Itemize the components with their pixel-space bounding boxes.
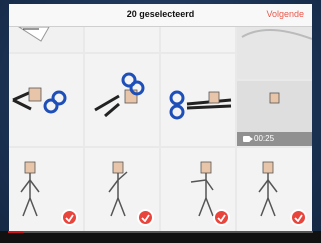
selected-checkmark-icon[interactable] (61, 209, 78, 226)
selected-checkmark-icon[interactable] (290, 209, 307, 226)
selection-count-title: 20 geselecteerd (126, 9, 195, 19)
scissors-image (94, 72, 145, 118)
photo-thumbnail-stick-figure[interactable] (9, 148, 83, 231)
photo-thumbnail[interactable] (237, 27, 312, 79)
video-camera-icon (243, 136, 253, 142)
video-player-bar (0, 231, 321, 243)
photo-thumbnail-scissors[interactable] (85, 54, 159, 146)
video-duration-badge: 00:25 (237, 132, 312, 146)
video-duration: 00:25 (254, 134, 275, 143)
paper-corner-image (9, 27, 83, 52)
progress-fill (8, 231, 24, 233)
navigation-bar: 20 geselecteerd Volgende (9, 4, 312, 27)
phone-screen: 20 geselecteerd Volgende 00:25 (9, 4, 312, 231)
next-button[interactable]: Volgende (266, 9, 304, 19)
photo-thumbnail[interactable] (9, 27, 83, 52)
selected-checkmark-icon[interactable] (137, 209, 154, 226)
photo-grid: 00:25 (9, 27, 312, 231)
photo-thumbnail-stick-figure[interactable] (161, 148, 235, 231)
photo-thumbnail-scissors[interactable] (161, 54, 235, 146)
video-thumbnail[interactable]: 00:25 (237, 81, 312, 146)
scissors-image (12, 87, 67, 114)
photo-thumbnail-scissors[interactable] (9, 54, 83, 146)
photo-thumbnail[interactable] (161, 27, 235, 52)
photo-thumbnail-stick-figure[interactable] (85, 148, 159, 231)
photo-thumbnail[interactable] (85, 27, 159, 52)
scissors-image (169, 90, 232, 120)
progress-track[interactable] (8, 231, 313, 233)
arc-image (241, 28, 312, 40)
photo-thumbnail-stick-figure[interactable] (237, 148, 312, 231)
selected-checkmark-icon[interactable] (213, 209, 230, 226)
